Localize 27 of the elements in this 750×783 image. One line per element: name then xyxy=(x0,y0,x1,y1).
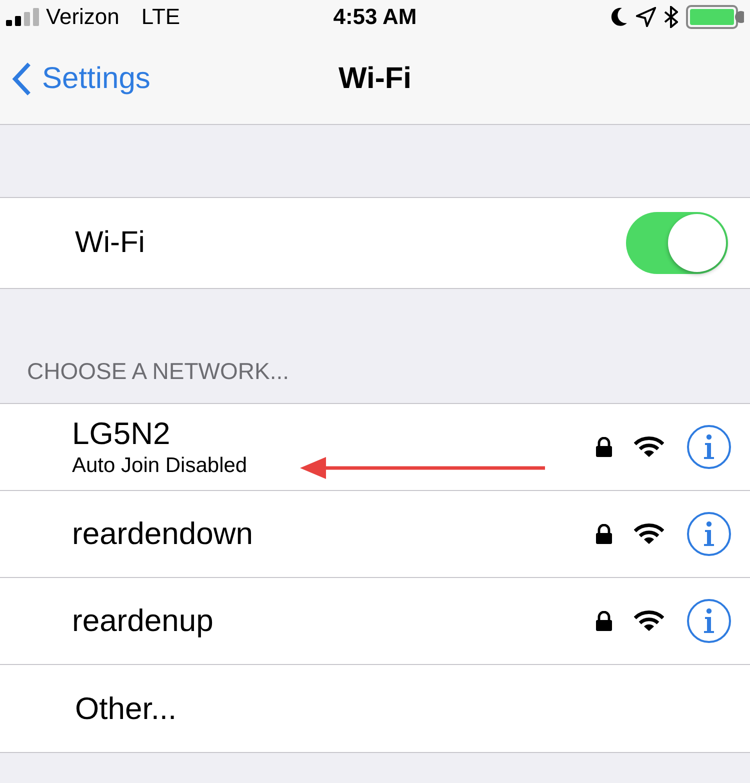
wifi-label: Wi-Fi xyxy=(75,226,145,260)
wifi-signal-icon xyxy=(634,436,664,458)
bluetooth-icon xyxy=(664,6,678,28)
back-button[interactable]: Settings xyxy=(0,49,156,109)
info-button[interactable] xyxy=(686,424,732,470)
info-button[interactable] xyxy=(686,598,732,644)
wifi-toggle[interactable] xyxy=(626,212,728,274)
info-button[interactable] xyxy=(686,511,732,557)
network-row[interactable]: reardenup xyxy=(0,578,750,665)
chevron-left-icon xyxy=(12,62,32,96)
nav-title: Wi-Fi xyxy=(338,62,412,95)
network-type: LTE xyxy=(141,4,180,30)
network-status: Auto Join Disabled xyxy=(72,454,248,478)
network-name: reardendown xyxy=(72,516,253,552)
status-time: 4:53 AM xyxy=(333,4,417,30)
other-network-button[interactable]: Other... xyxy=(72,690,177,726)
carrier-name: Verizon xyxy=(46,4,120,30)
network-name: reardenup xyxy=(72,603,214,639)
section-header: CHOOSE A NETWORK... xyxy=(27,358,289,385)
location-arrow-icon xyxy=(636,7,656,27)
battery-icon xyxy=(686,5,744,29)
moon-icon xyxy=(610,7,628,27)
cellular-signal-icon xyxy=(6,8,40,26)
wifi-signal-icon xyxy=(634,610,664,632)
wifi-signal-icon xyxy=(634,523,664,545)
network-row[interactable]: reardendown xyxy=(0,491,750,578)
network-name: LG5N2 xyxy=(72,416,172,452)
